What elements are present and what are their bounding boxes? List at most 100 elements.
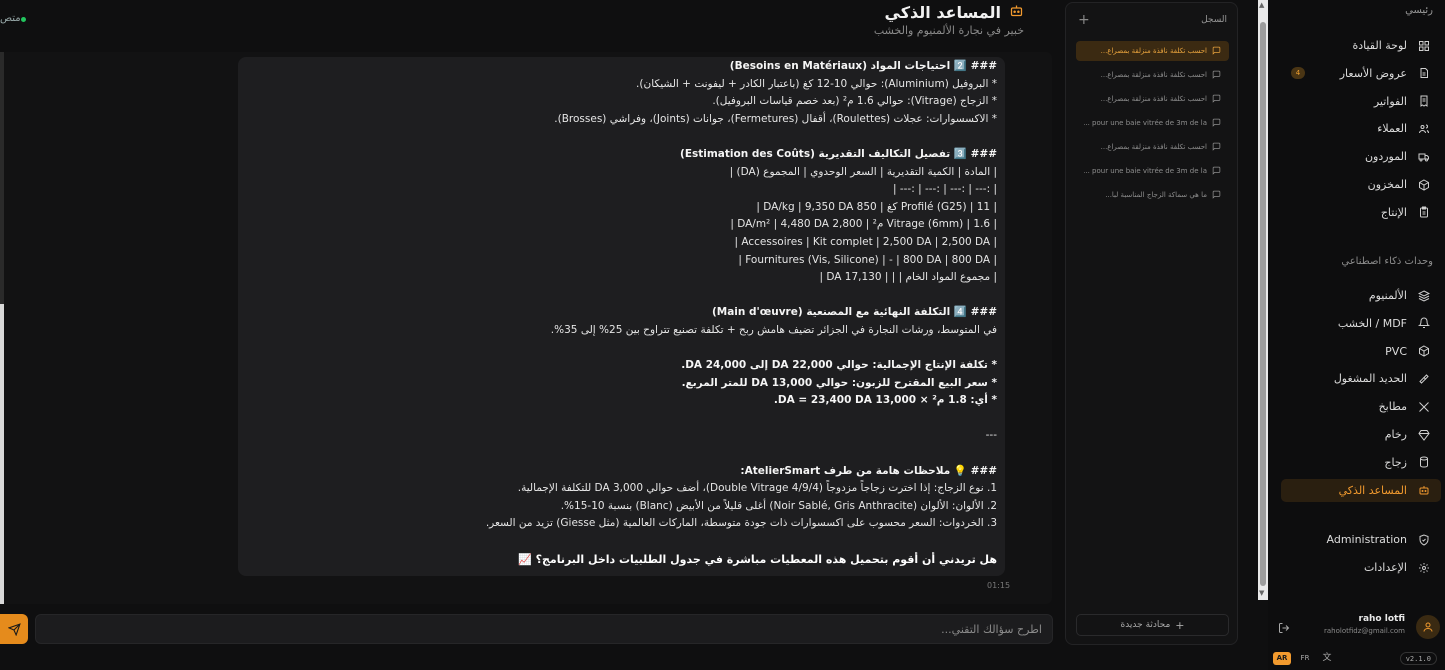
plus-icon: +: [1175, 618, 1185, 632]
history-label: السجل: [1201, 15, 1227, 25]
send-button[interactable]: [0, 614, 28, 644]
message-square-icon: [1212, 46, 1221, 57]
history-header: السجل +: [1066, 12, 1237, 31]
new-chat-label: محادثة جديدة: [1120, 620, 1171, 630]
page-scrollbar[interactable]: ▲ ▼: [1258, 0, 1268, 600]
message-square-icon: [1212, 190, 1221, 201]
scroll-down-icon[interactable]: ▼: [1259, 589, 1264, 597]
history-item[interactable]: pour une baie vitrée de 3m de la ...: [1076, 113, 1229, 133]
history-item-label: pour une baie vitrée de 3m de la ...: [1084, 167, 1207, 175]
history-item[interactable]: احسب تكلفة نافذة منزلقة بمصراع...: [1076, 89, 1229, 109]
sidebar-item-hammer[interactable]: الحديد المشغول: [1281, 367, 1441, 390]
history-item-label: احسب تكلفة نافذة منزلقة بمصراع...: [1100, 95, 1207, 103]
sidebar-item-label: PVC: [1385, 344, 1407, 358]
sidebar-item-bell[interactable]: الخشب / MDF: [1281, 312, 1441, 335]
sidebar-item-gem[interactable]: رخام: [1281, 423, 1441, 446]
message-line: [277, 128, 997, 146]
message-line: * البروفيل (Aluminium): حوالي 10-12 كغ (…: [636, 77, 997, 90]
message-line: * سعر البيع المقترح للزبون: حوالي 13,000…: [681, 376, 997, 389]
message-line: | :--- | :--- | :--- | :--- |: [892, 183, 997, 196]
history-item-label: احسب تكلفة نافذة منزلقة بمصراع...: [1100, 71, 1207, 79]
sidebar-item-label: لوحة القيادة: [1352, 39, 1407, 52]
page-title: المساعد الذكي: [884, 3, 1001, 22]
sidebar-item-layers[interactable]: الألمنيوم: [1281, 284, 1441, 307]
message-line: 3. الخردوات: السعر محسوب على اكسسوارات ذ…: [485, 517, 997, 530]
sidebar-item-label: زجاج: [1384, 455, 1407, 469]
scroll-up-icon[interactable]: ▲: [1259, 1, 1264, 9]
shield-icon: [1417, 533, 1431, 547]
history-item[interactable]: احسب تكلفة نافذة منزلقة بمصراع...: [1076, 41, 1229, 61]
message-line: * تكلفة الإنتاج الإجمالية: حوالي 22,000 …: [681, 359, 997, 372]
message-line: 1. نوع الزجاج: إذا اخترت زجاجاً مزدوجاً …: [517, 482, 997, 495]
sidebar-item-users[interactable]: العملاء: [1281, 117, 1441, 140]
sidebar-item-dashboard[interactable]: لوحة القيادة: [1281, 34, 1441, 57]
utensils-icon: [1417, 400, 1431, 414]
sidebar-item-label: رخام: [1384, 428, 1407, 441]
history-item[interactable]: احسب تكلفة نافذة منزلقة بمصراع...: [1076, 65, 1229, 85]
sidebar-item-settings[interactable]: الإعدادات: [1281, 556, 1441, 579]
bot-icon: [1009, 3, 1024, 22]
history-item-label: احسب تكلفة نافذة منزلقة بمصراع...: [1100, 143, 1207, 151]
sidebar-item-cylinder[interactable]: زجاج: [1281, 451, 1441, 474]
message-line: [277, 445, 997, 463]
users-icon: [1417, 122, 1431, 136]
sidebar-item-label: Administration: [1326, 533, 1408, 546]
connection-status: متص: [0, 13, 21, 24]
message-square-icon: [1212, 70, 1221, 81]
cube-icon: [1417, 344, 1431, 358]
lang-fr-button[interactable]: FR: [1296, 652, 1314, 665]
send-icon: [7, 622, 21, 636]
avatar[interactable]: [1416, 615, 1440, 639]
user-icon: [1423, 622, 1433, 632]
invoice-icon: [1417, 94, 1431, 108]
lang-ar-button[interactable]: AR: [1273, 652, 1291, 665]
message-scrollbar[interactable]: [0, 52, 4, 604]
history-panel: السجل + احسب تكلفة نافذة منزلقة بمصراع..…: [1065, 2, 1238, 645]
history-item-label: pour une baie vitrée de 3m de la ...: [1084, 119, 1207, 127]
box-icon: [1417, 178, 1431, 192]
sidebar-item-label: العملاء: [1377, 122, 1407, 136]
message-time: 01:15: [987, 581, 1011, 590]
message-line: في المتوسط، ورشات النجارة في الجزائر تضي…: [550, 323, 997, 336]
message-line: هل تريدني أن أقوم بتحميل هذه المعطيات مب…: [518, 552, 997, 566]
sidebar-item-utensils[interactable]: مطابخ: [1281, 395, 1441, 418]
sidebar-item-bot[interactable]: المساعد الذكي: [1281, 478, 1441, 502]
user-name: raho lotfi: [1358, 614, 1405, 624]
message-line: | مجموع المواد الخام | | | 17,130 DA |: [819, 271, 997, 284]
add-chat-icon[interactable]: +: [1078, 12, 1090, 28]
message-line: ### 💡 ملاحظات هامة من طرف AtelierSmart:: [740, 464, 997, 477]
message-line: ### 2️⃣ احتياجات المواد (Besoins en Maté…: [729, 60, 997, 72]
sidebar-item-truck[interactable]: الموردون: [1281, 145, 1441, 168]
new-chat-button[interactable]: + محادثة جديدة: [1076, 614, 1229, 636]
sidebar-item-box[interactable]: المخزون: [1281, 173, 1441, 196]
sidebar-item-quote[interactable]: 4 عروض الأسعار: [1281, 62, 1441, 85]
cylinder-icon: [1417, 455, 1431, 469]
sidebar-item-administration[interactable]: Administration: [1281, 528, 1441, 551]
sidebar-item-invoice[interactable]: الفواتير: [1281, 90, 1441, 113]
scroll-thumb[interactable]: [1260, 22, 1266, 586]
sidebar-item-label: الألمنيوم: [1368, 289, 1407, 302]
question-input[interactable]: اطرح سؤالك التقني...: [35, 614, 1053, 644]
assistant-message-text: ### 2️⃣ احتياجات المواد (Besoins en Maté…: [277, 58, 997, 568]
sidebar-item-label: الخشب / MDF: [1337, 316, 1407, 330]
sidebar-section-ai: وحدات ذكاء اصطناعي: [1341, 256, 1433, 267]
message-line: [277, 410, 997, 428]
user-card: raho lotfi raholotfidz@gmail.com: [1268, 608, 1445, 646]
hammer-icon: [1417, 372, 1431, 386]
logout-icon[interactable]: [1278, 619, 1290, 638]
message-line: | Fournitures (Vis, Silicone) | - | 800 …: [738, 253, 997, 266]
message-line: [277, 287, 997, 305]
sidebar-item-clipboard[interactable]: الإنتاج: [1281, 201, 1441, 224]
sidebar-item-label: عروض الأسعار: [1339, 66, 1407, 80]
dashboard-icon: [1417, 39, 1431, 53]
status-dot: [21, 17, 26, 22]
translate-icon[interactable]: 文: [1320, 652, 1334, 665]
history-item[interactable]: pour une baie vitrée de 3m de la ...: [1076, 161, 1229, 181]
message-line: * الاكسسوارات: عجلات (Roulettes)، أقفال …: [554, 112, 997, 125]
message-line: 2. الألوان: الألوان (Noir Sablé, Gris An…: [560, 499, 997, 512]
history-item[interactable]: احسب تكلفة نافذة منزلقة بمصراع...: [1076, 137, 1229, 157]
history-item[interactable]: ما هي سماكة الزجاج المناسبة لبا...: [1076, 185, 1229, 205]
sidebar-item-cube[interactable]: PVC: [1281, 340, 1441, 363]
app-window: متص المساعد الذكي خبير في نجارة الألمنيو…: [0, 0, 1445, 670]
message-square-icon: [1212, 94, 1221, 105]
